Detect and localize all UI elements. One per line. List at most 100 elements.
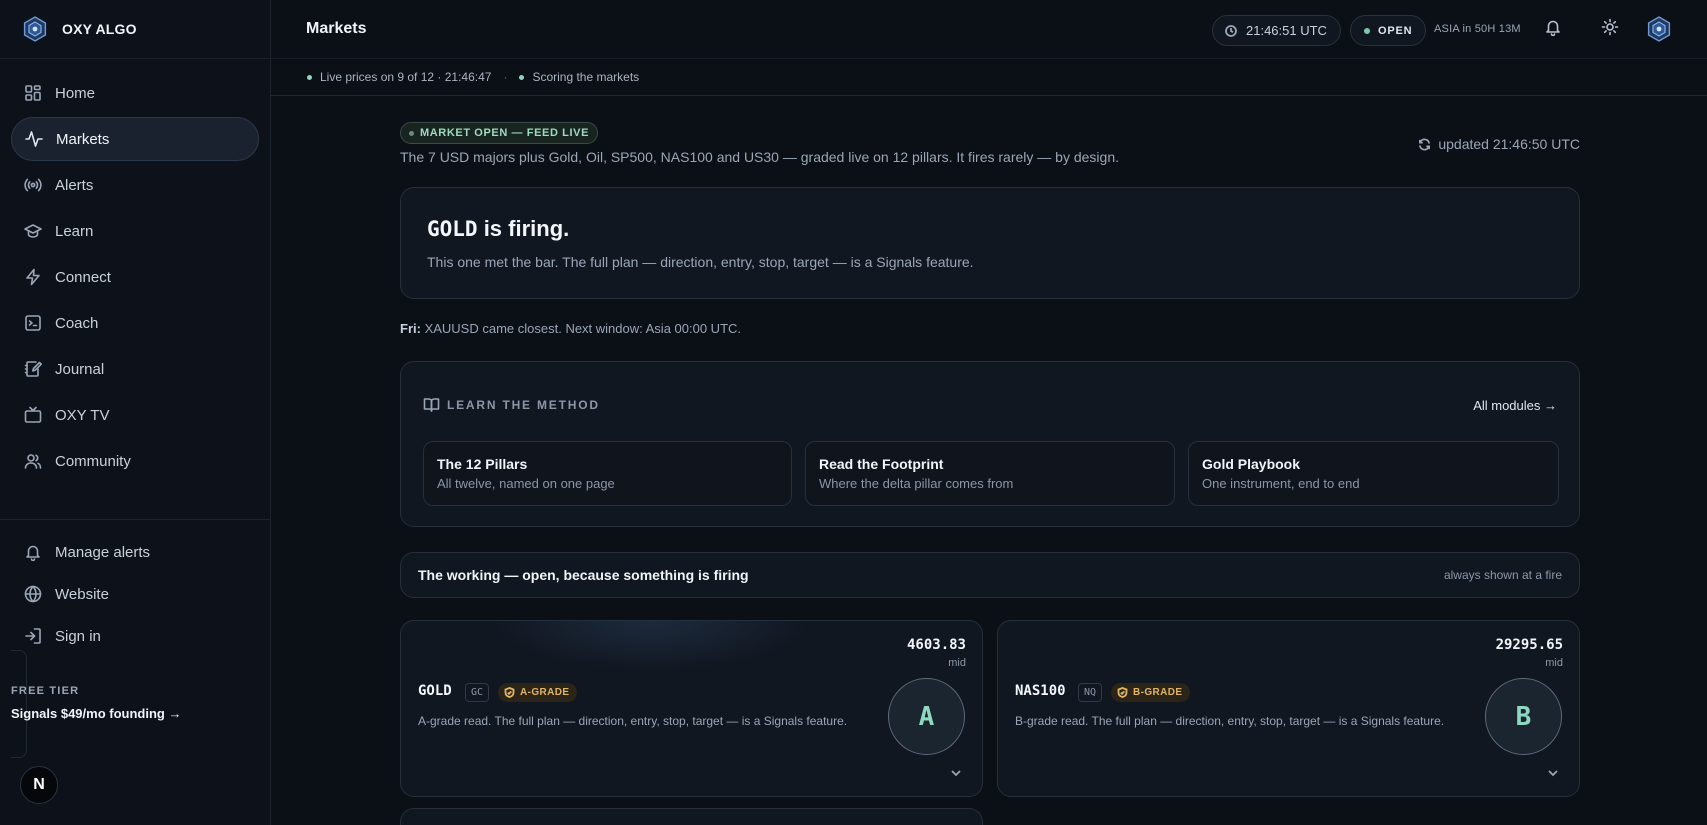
last-updated[interactable]: updated 21:46:50 UTC [1418,136,1580,152]
status-dot [1364,27,1370,34]
module-subtitle: All twelve, named on one page [437,476,615,491]
firing-title: GOLD is firing. [427,216,569,242]
asset-card-nas100[interactable]: NAS100 NQ B-GRADE B-grade read. The full… [997,620,1580,797]
sidebar-divider [0,519,270,520]
grade-ring: A [888,678,965,755]
closest-text: XAUUSD came closest. Next window: Asia 0… [420,321,742,336]
radio-broadcast-icon [24,178,42,192]
activity-icon [25,131,43,147]
sidebar-item-journal[interactable]: Journal [11,347,259,391]
asset-card-next[interactable] [400,808,983,825]
sidebar-item-alerts[interactable]: Alerts [11,163,259,207]
learn-heading: LEARN THE METHOD [423,396,600,413]
sidebar: OXY ALGO Home Markets Alerts Learn Conne… [0,0,271,825]
card-glow [491,621,811,671]
sidebar-item-coach[interactable]: Coach [11,301,259,345]
sidebar-item-community[interactable]: Community [11,439,259,483]
page-title: Markets [306,20,367,37]
asset-symbol: NAS100 [1015,683,1066,699]
chevron-down-icon[interactable] [1546,766,1560,780]
shield-check-icon [1117,687,1128,698]
working-note: always shown at a fire [1443,568,1562,582]
shield-check-icon [504,687,515,698]
firing-card: GOLD is firing. This one met the bar. Th… [400,187,1580,299]
asset-ticker: GC [465,683,490,702]
updated-text: updated 21:46:50 UTC [1438,136,1580,152]
live-dot [307,74,312,80]
module-card-gold-playbook[interactable]: Gold Playbook One instrument, end to end [1188,441,1559,506]
lightning-icon [26,268,40,286]
sidebar-item-label: Sign in [55,627,101,645]
sidebar-item-label: Journal [55,360,105,378]
closest-prefix: Fri: [400,321,421,336]
scoring-dot [519,74,525,80]
firing-text: This one met the bar. The full plan — di… [427,254,974,270]
sidebar-bottom: Manage alerts Website Sign in [0,530,270,658]
sidebar-item-website[interactable]: Website [11,574,259,614]
sidebar-item-label: Learn [55,222,94,240]
working-title: The working — open, because something is… [418,567,749,583]
live-prices-text: Live prices on 9 of 12 · 21:46:47 [320,70,492,84]
firing-title-rest: is firing. [477,216,570,241]
notebook-pen-icon [24,361,42,377]
sidebar-item-label: Community [55,452,131,470]
clock-time: 21:46:51 UTC [1246,23,1327,38]
clock-icon [1225,24,1237,37]
sun-icon [1601,18,1619,36]
learn-method-card: LEARN THE METHOD All modules → The 12 Pi… [400,361,1580,527]
asset-price: 4603.83 mid [907,637,966,669]
sidebar-item-markets[interactable]: Markets [11,117,259,161]
chevron-down-icon[interactable] [949,766,963,780]
sidebar-item-manage-alerts[interactable]: Manage alerts [11,532,259,572]
sidebar-item-label: Markets [56,130,110,148]
all-modules-link[interactable]: All modules → [1473,398,1557,413]
tv-icon [24,406,42,423]
sidebar-item-label: Home [55,84,96,102]
asset-description: A-grade read. The full plan — direction,… [418,714,848,728]
module-card-pillars[interactable]: The 12 Pillars All twelve, named on one … [423,441,792,506]
sidebar-item-label: OXY TV [55,406,110,424]
module-title: Read the Footprint [819,456,944,472]
profile-logo-icon[interactable] [1646,16,1672,42]
asset-price: 29295.65 mid [1496,637,1563,669]
module-subtitle: Where the delta pillar comes from [819,476,1014,491]
open-book-icon [423,398,440,412]
sidebar-item-oxy-tv[interactable]: OXY TV [11,393,259,437]
globe-icon [24,585,42,603]
price-label: mid [1545,657,1563,669]
brand[interactable]: OXY ALGO [0,0,270,59]
sidebar-item-connect[interactable]: Connect [11,255,259,299]
working-bar[interactable]: The working — open, because something is… [400,552,1580,598]
sidebar-item-label: Alerts [55,176,94,194]
app-root: OXY ALGO Home Markets Alerts Learn Conne… [0,0,1707,825]
grade-ring: B [1485,678,1562,755]
price-label: mid [948,657,966,669]
user-avatar[interactable]: N [20,766,58,804]
module-card-footprint[interactable]: Read the Footprint Where the delta pilla… [805,441,1175,506]
sidebar-item-label: Coach [55,314,99,332]
notifications-button[interactable] [1544,18,1566,40]
graduation-cap-icon [24,224,42,238]
sidebar-item-learn[interactable]: Learn [11,209,259,253]
asset-card-gold[interactable]: GOLD GC A-GRADE A-grade read. The full p… [400,620,983,797]
sidebar-item-home[interactable]: Home [11,71,259,115]
sidebar-item-label: Manage alerts [55,543,151,561]
sidebar-item-sign-in[interactable]: Sign in [11,616,259,656]
separator: · [503,70,508,84]
grade-text: B-GRADE [1133,687,1183,698]
intro-text: The 7 USD majors plus Gold, Oil, SP500, … [400,149,1120,165]
terminal-icon [25,315,41,331]
bell-icon [1546,20,1560,37]
price-value: 4603.83 [906,637,966,653]
free-tier-promo[interactable]: FREE TIER Signals $49/mo founding → [11,685,181,721]
sign-in-icon [25,628,41,644]
asset-symbol: GOLD [418,683,452,699]
grade-text: A-GRADE [520,687,570,698]
bell-icon [26,545,40,561]
theme-toggle-button[interactable] [1601,18,1623,40]
learn-heading-text: LEARN THE METHOD [447,397,600,412]
upgrade-link[interactable]: Signals $49/mo founding → [11,706,181,721]
firing-symbol: GOLD [427,217,478,241]
market-status-text: OPEN [1378,24,1413,37]
refresh-icon [1419,138,1431,150]
